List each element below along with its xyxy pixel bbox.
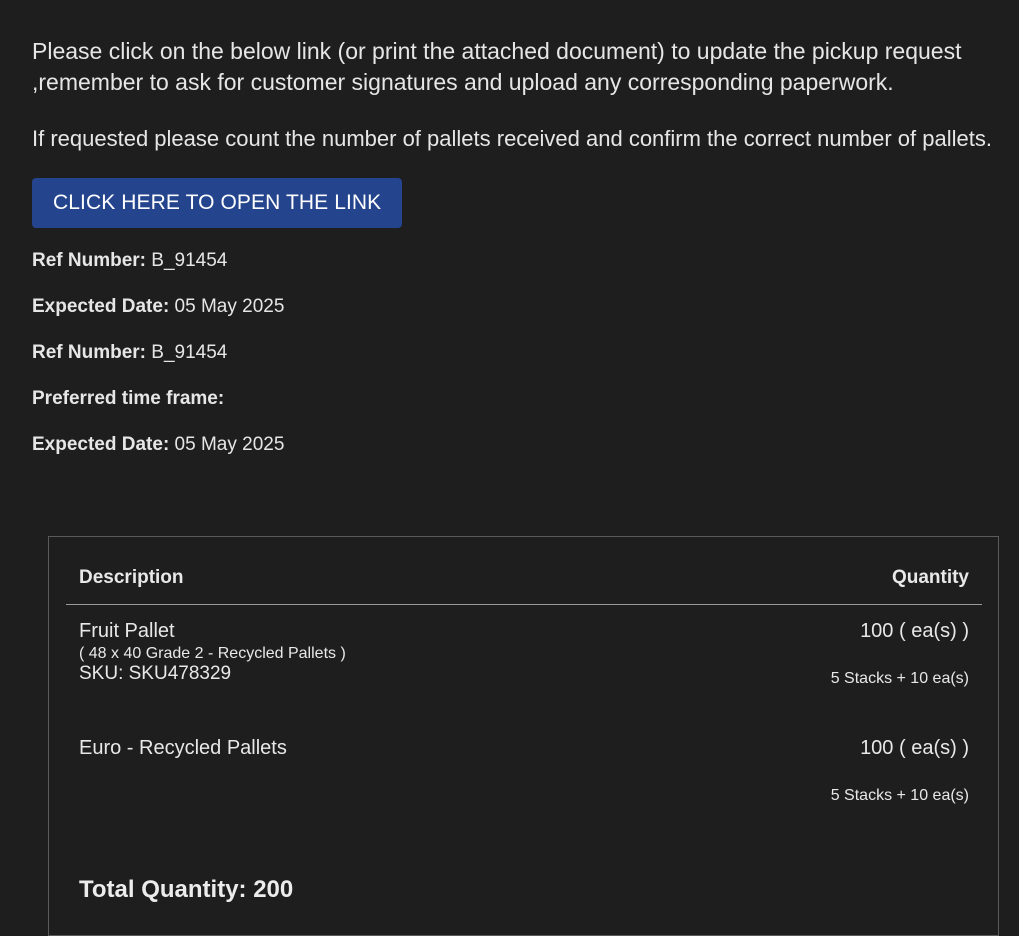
expected-date-row: Expected Date: 05 May 2025 bbox=[32, 296, 992, 342]
intro-paragraph: Please click on the below link (or print… bbox=[32, 38, 962, 95]
item-quantity: 100 ( ea(s) ) bbox=[860, 737, 969, 759]
ref-number-value-2: B_91454 bbox=[146, 342, 228, 363]
ref-number-value: B_91454 bbox=[146, 250, 228, 271]
table-header: Description Quantity bbox=[66, 565, 982, 605]
expected-date-label-2: Expected Date: bbox=[32, 434, 170, 455]
description-header: Description bbox=[79, 567, 184, 588]
open-link-button[interactable]: CLICK HERE TO OPEN THE LINK bbox=[32, 178, 403, 228]
total-quantity: Total Quantity: 200 bbox=[79, 876, 294, 903]
table-row: Fruit Pallet ( 48 x 40 Grade 2 - Recycle… bbox=[79, 619, 969, 709]
preferred-time-frame-row: Preferred time frame: bbox=[32, 388, 992, 434]
item-name: Fruit Pallet bbox=[79, 620, 175, 642]
item-quantity: 100 ( ea(s) ) bbox=[860, 620, 969, 642]
pallet-count-paragraph: If requested please count the number of … bbox=[32, 126, 992, 151]
reference-details: Ref Number: B_91454 Expected Date: 05 Ma… bbox=[32, 250, 992, 480]
table-row: Euro - Recycled Pallets 100 ( ea(s) ) 5 … bbox=[79, 736, 969, 816]
ref-number-label: Ref Number: bbox=[32, 250, 147, 271]
preferred-time-frame-label: Preferred time frame: bbox=[32, 388, 225, 409]
expected-date-value: 05 May 2025 bbox=[169, 296, 285, 317]
email-body: Please click on the below link (or print… bbox=[32, 36, 992, 480]
item-description: ( 48 x 40 Grade 2 - Recycled Pallets ) bbox=[79, 645, 346, 662]
expected-date-value-2: 05 May 2025 bbox=[169, 434, 285, 455]
item-name: Euro - Recycled Pallets bbox=[79, 737, 287, 759]
item-stacks: 5 Stacks + 10 ea(s) bbox=[830, 787, 969, 804]
ref-number-row-2: Ref Number: B_91454 bbox=[32, 342, 992, 388]
quantity-header: Quantity bbox=[891, 567, 969, 588]
expected-date-row-2: Expected Date: 05 May 2025 bbox=[32, 434, 992, 480]
items-table: Description Quantity Fruit Pallet ( 48 x… bbox=[48, 536, 999, 936]
item-stacks: 5 Stacks + 10 ea(s) bbox=[830, 670, 969, 687]
expected-date-label: Expected Date: bbox=[32, 296, 170, 317]
ref-number-row: Ref Number: B_91454 bbox=[32, 250, 992, 296]
ref-number-label-2: Ref Number: bbox=[32, 342, 147, 363]
